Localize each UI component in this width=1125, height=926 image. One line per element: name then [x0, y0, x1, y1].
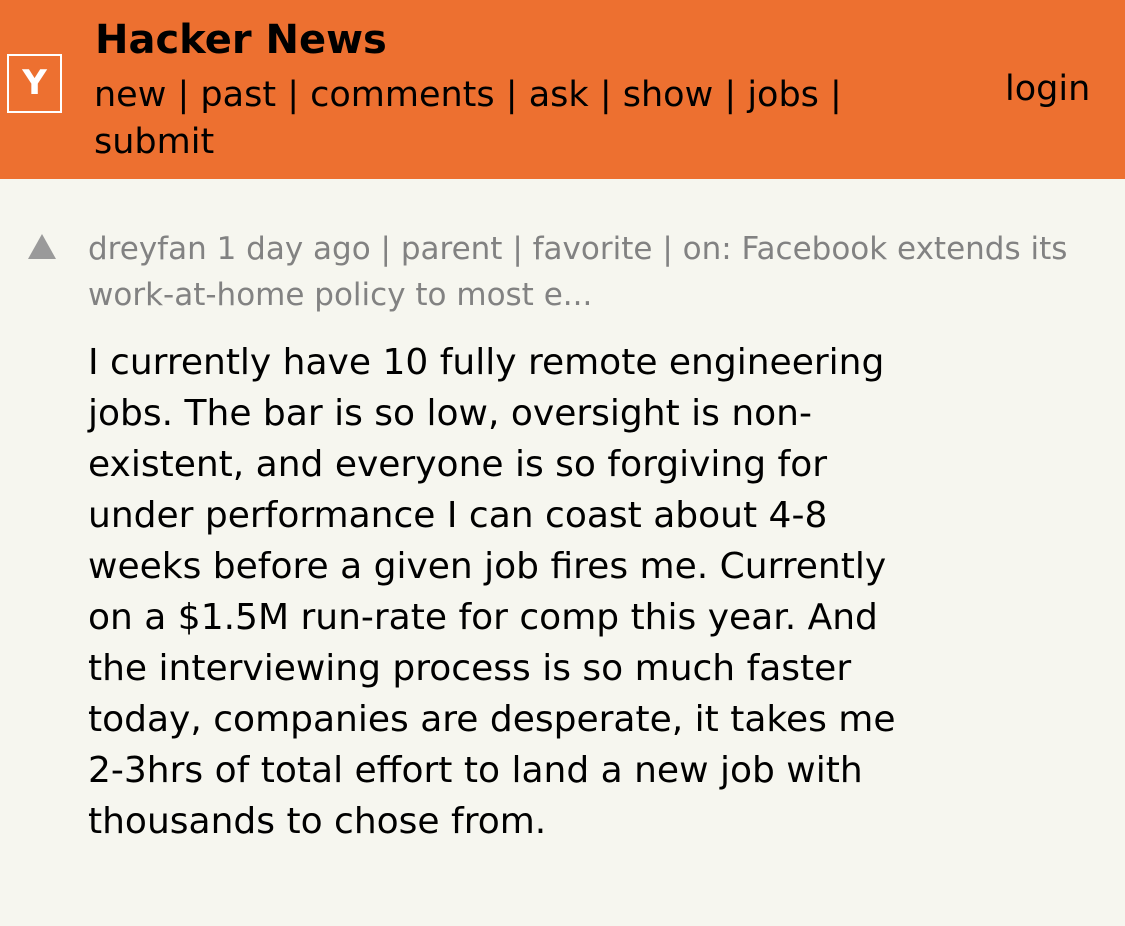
nav-ask[interactable]: ask — [529, 75, 589, 115]
nav-separator: | — [599, 75, 612, 115]
nav-comments[interactable]: comments — [310, 75, 495, 115]
nav-jobs[interactable]: jobs — [747, 75, 819, 115]
nav-past[interactable]: past — [200, 75, 276, 115]
favorite-link[interactable]: favorite — [533, 231, 653, 267]
main-nav: new | past | comments | ask | show | job… — [94, 72, 924, 166]
meta-separator: | — [662, 231, 673, 267]
upvote-arrow-icon[interactable] — [28, 234, 56, 259]
comment-user[interactable]: dreyfan — [88, 231, 207, 267]
nav-submit[interactable]: submit — [94, 122, 214, 162]
meta-separator: | — [380, 231, 391, 267]
nav-separator: | — [177, 75, 190, 115]
comment-age[interactable]: 1 day ago — [217, 231, 371, 267]
nav-separator: | — [505, 75, 518, 115]
nav-separator: | — [724, 75, 737, 115]
nav-new[interactable]: new — [94, 75, 166, 115]
top-bar: Y Hacker News new | past | comments | as… — [0, 0, 1125, 179]
login-link[interactable]: login — [1005, 66, 1090, 113]
parent-link[interactable]: parent — [401, 231, 503, 267]
nav-show[interactable]: show — [623, 75, 713, 115]
on-label: on: — [682, 231, 732, 267]
nav-separator: | — [287, 75, 299, 115]
nav-separator: | — [830, 75, 842, 115]
site-title[interactable]: Hacker News — [95, 16, 387, 64]
comment-meta: dreyfan 1 day ago | parent | favorite | … — [88, 226, 1118, 318]
y-logo-icon[interactable]: Y — [7, 54, 62, 113]
meta-separator: | — [512, 231, 523, 267]
comment-text: I currently have 10 fully remote enginee… — [88, 342, 896, 842]
